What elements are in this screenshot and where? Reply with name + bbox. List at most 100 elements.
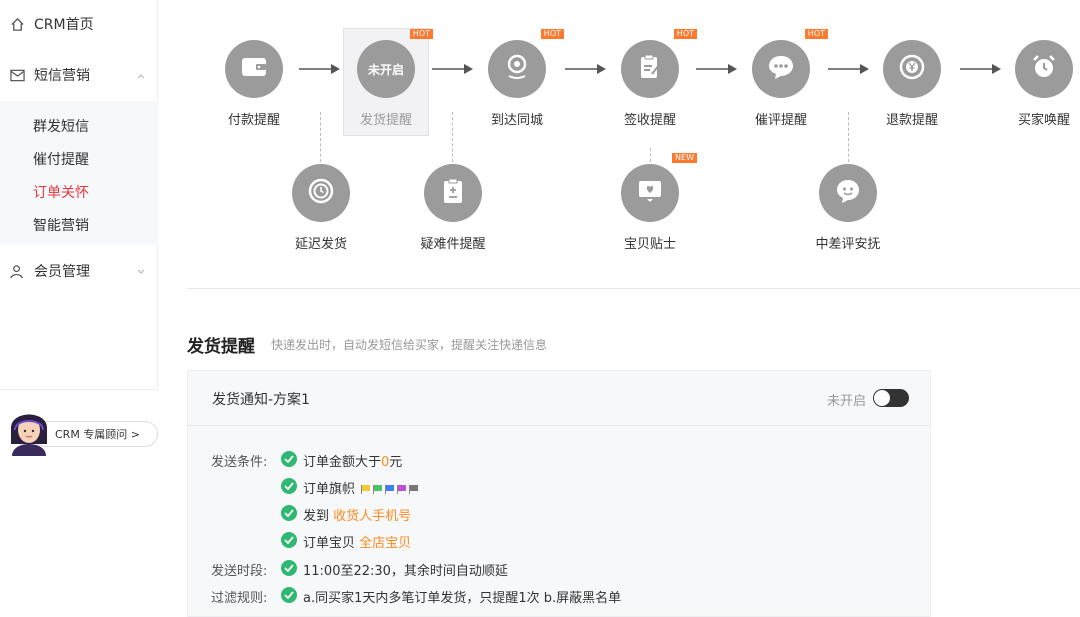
section-title: 发货提醒 <box>187 337 255 357</box>
condition-flags: 订单旗帜 <box>303 478 419 497</box>
hot-badge: HOT <box>409 29 433 39</box>
step-problem-circle <box>424 164 482 222</box>
check-icon <box>281 587 297 603</box>
nav-member-management[interactable]: 会员管理 <box>0 251 158 291</box>
condition-recipient-value[interactable]: 收货人手机号 <box>333 509 411 524</box>
check-icon <box>281 505 297 521</box>
flow-arrow <box>565 64 606 74</box>
branch-connector <box>320 112 321 162</box>
plan-status: 未开启 <box>827 394 867 409</box>
flag-icon[interactable] <box>409 485 419 494</box>
chat-bubble-icon <box>767 54 795 84</box>
flow-arrow <box>960 64 1001 74</box>
step-receipt-circle: HOT <box>621 29 697 98</box>
step-payment-circle <box>225 40 283 98</box>
crm-advisor: CRM 专属顾问 > <box>2 404 160 458</box>
chevron-up-icon <box>136 69 146 85</box>
filter-label: 过滤规则: <box>211 591 268 606</box>
condition-amount-unit: 元 <box>389 455 403 470</box>
nav-crm-home-label: CRM首页 <box>34 17 94 33</box>
step-soothe-circle <box>819 164 877 222</box>
step-payment-reminder[interactable]: 付款提醒 <box>194 40 314 128</box>
smile-icon <box>835 178 861 208</box>
condition-flags-text: 订单旗帜 <box>303 482 356 497</box>
step-receipt-reminder[interactable]: HOT 签收提醒 <box>590 29 710 128</box>
step-label: 中差评安抚 <box>815 237 881 252</box>
step-negative-review-soothe[interactable]: 中差评安抚 <box>788 164 908 252</box>
toggle-knob <box>874 390 890 406</box>
step-problem-parcel[interactable]: 疑难件提醒 <box>393 164 513 252</box>
plan-enable-toggle[interactable] <box>873 389 909 407</box>
nav-member-management-label: 会员管理 <box>34 264 90 280</box>
condition-label: 发送条件: <box>211 455 268 470</box>
step-review-circle: HOT <box>752 29 828 98</box>
heart-card-icon <box>637 179 663 207</box>
sidebar: CRM首页 短信营销 群发短信 催付提醒 订单关怀 智能营销 会员管理 <box>0 0 158 390</box>
step-delay-circle <box>292 164 350 222</box>
flow-arrow <box>696 64 737 74</box>
step-label: 买家唤醒 <box>1017 113 1070 128</box>
step-label: 签收提醒 <box>623 113 676 128</box>
order-flags[interactable] <box>359 482 419 497</box>
hot-badge: HOT <box>804 29 828 39</box>
check-icon <box>281 451 297 467</box>
plan-header: 发货通知-方案1 未开启 <box>188 371 930 426</box>
new-badge: NEW <box>672 153 697 163</box>
condition-amount-text: 订单金额大于 <box>303 455 382 470</box>
submenu-payment-reminder[interactable]: 催付提醒 <box>33 149 89 169</box>
step-buyer-wakeup[interactable]: 买家唤醒 <box>984 40 1080 128</box>
check-icon <box>281 560 297 576</box>
hot-badge: HOT <box>673 29 697 39</box>
step-label: 疑难件提醒 <box>420 237 486 252</box>
step-delayed-shipping[interactable]: 延迟发货 <box>261 164 381 252</box>
step-label: 催评提醒 <box>754 113 807 128</box>
submenu-smart-marketing[interactable]: 智能营销 <box>33 215 89 235</box>
nav-crm-home[interactable]: CRM首页 <box>0 4 158 44</box>
flag-icon[interactable] <box>373 485 383 494</box>
chevron-down-icon <box>136 265 146 281</box>
plan-title: 发货通知-方案1 <box>212 392 310 408</box>
step-item-tips[interactable]: NEW 宝贝贴士 <box>590 153 710 252</box>
step-arrive-city[interactable]: HOT 到达同城 <box>457 29 577 128</box>
users-icon <box>8 262 26 280</box>
location-pin-icon <box>505 54 529 84</box>
mail-icon <box>8 66 26 84</box>
step-tips-circle: NEW <box>621 153 697 222</box>
flow-arrow <box>432 64 473 74</box>
clipboard-icon <box>443 178 463 208</box>
crm-advisor-label: CRM 专属顾问 > <box>55 428 141 441</box>
step-shipping-status: 未开启 <box>367 62 404 77</box>
condition-recipient: 发到 收货人手机号 <box>303 505 411 524</box>
wallet-icon <box>241 56 267 82</box>
step-wakeup-circle <box>1015 40 1073 98</box>
branch-connector <box>452 112 453 162</box>
nav-sms-marketing[interactable]: 短信营销 <box>0 55 158 95</box>
section-divider <box>187 288 1080 289</box>
step-shipping-reminder[interactable]: 未开启 HOT 发货提醒 <box>326 29 446 128</box>
flow-arrow <box>299 64 340 74</box>
sign-icon <box>639 54 661 84</box>
hot-badge: HOT <box>540 29 564 39</box>
step-refund-reminder[interactable]: 退款提醒 <box>852 40 972 128</box>
submenu-order-care[interactable]: 订单关怀 <box>33 182 89 202</box>
step-label: 退款提醒 <box>885 113 938 128</box>
step-label: 延迟发货 <box>294 237 347 252</box>
step-arrive-circle: HOT <box>488 29 564 98</box>
step-label: 发货提醒 <box>359 113 412 128</box>
nav-sms-marketing-label: 短信营销 <box>34 68 90 84</box>
check-icon <box>281 532 297 548</box>
branch-connector <box>848 112 849 162</box>
time-label: 发送时段: <box>211 564 268 579</box>
condition-items-value[interactable]: 全店宝贝 <box>359 536 411 551</box>
yen-icon <box>899 54 925 84</box>
check-icon <box>281 478 297 494</box>
condition-items: 订单宝贝 全店宝贝 <box>303 532 411 551</box>
condition-amount: 订单金额大于0元 <box>303 451 402 470</box>
step-review-reminder[interactable]: HOT 催评提醒 <box>721 29 841 128</box>
step-label: 到达同城 <box>490 113 543 128</box>
submenu-mass-sms[interactable]: 群发短信 <box>33 116 89 136</box>
flag-icon[interactable] <box>361 485 371 494</box>
flag-icon[interactable] <box>397 485 407 494</box>
flag-icon[interactable] <box>385 485 395 494</box>
alarm-clock-icon <box>1031 54 1057 84</box>
